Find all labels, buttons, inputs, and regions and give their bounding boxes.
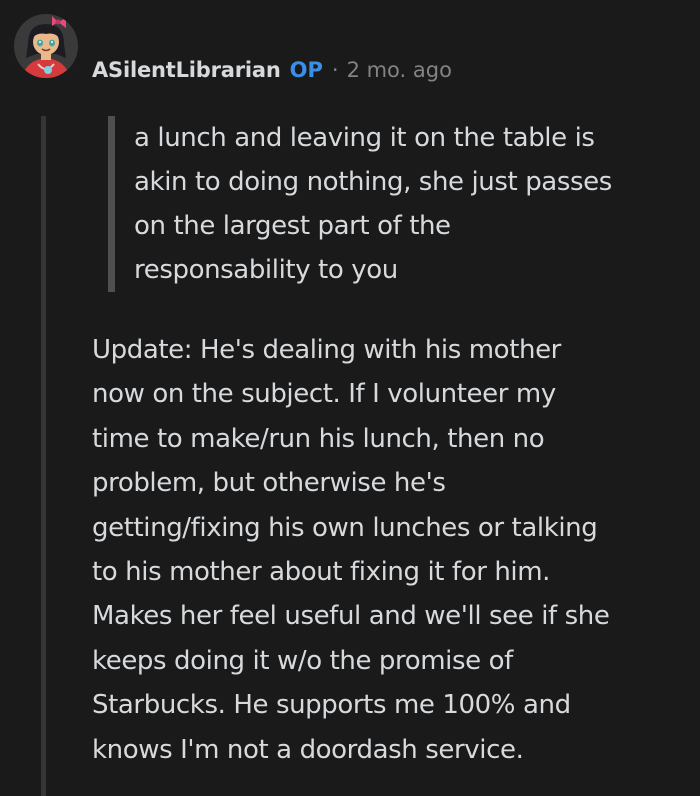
avatar-icon [14, 14, 78, 78]
body-line: knows I'm not a doordash service. [92, 734, 524, 765]
comment-timestamp[interactable]: 2 mo. ago [347, 58, 452, 82]
avatar[interactable] [14, 14, 78, 78]
body-line: now on the subject. If I volunteer my [92, 379, 556, 410]
body-line: getting/fixing his own lunches or talkin… [92, 512, 598, 543]
author-username[interactable]: ASilentLibrarian [92, 58, 281, 82]
quote-line: responsability to you [134, 255, 398, 285]
quote-line: a lunch and leaving it on the table is [134, 123, 595, 153]
comment: ASilentLibrarian OP · 2 mo. ago a lunch … [0, 0, 700, 796]
body-line: Makes her feel useful and we'll see if s… [92, 601, 610, 632]
op-badge: OP [289, 58, 323, 82]
body-line: Update: He's dealing with his mother [92, 335, 561, 365]
comment-header: ASilentLibrarian OP · 2 mo. ago [92, 50, 452, 90]
body-line: Starbucks. He supports me 100% and [92, 690, 571, 721]
body-line: problem, but otherwise he's [92, 468, 446, 499]
comment-body: Update: He's dealing with his mother now… [92, 328, 692, 772]
quote-bar [108, 116, 115, 292]
quote-text: a lunch and leaving it on the table is a… [134, 116, 674, 292]
quote-line: akin to doing nothing, she just passes [134, 167, 612, 197]
quote-line: on the largest part of the [134, 211, 451, 241]
body-line: keeps doing it w/o the promise of [92, 645, 513, 676]
body-line: to his mother about fixing it for him. [92, 557, 551, 588]
body-line: time to make/run his lunch, then no [92, 423, 545, 454]
meta-separator: · [331, 58, 339, 82]
thread-collapse-line[interactable] [41, 116, 46, 796]
